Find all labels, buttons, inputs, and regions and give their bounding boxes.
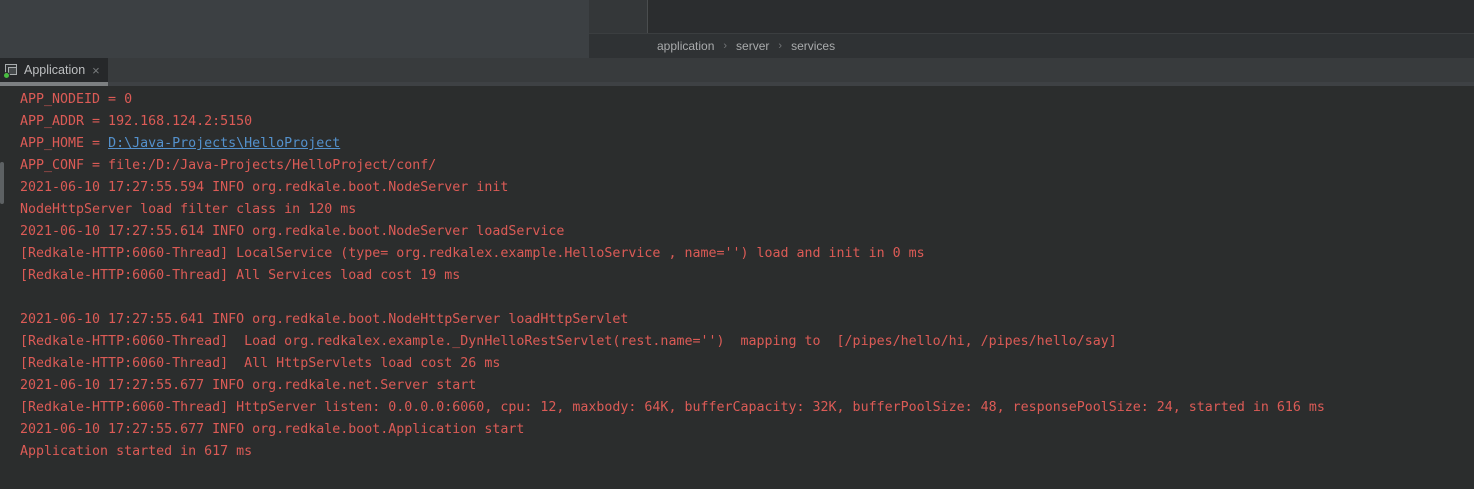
console-line: [Redkale-HTTP:6060-Thread] LocalService … bbox=[20, 243, 1474, 265]
console-line: 2021-06-10 17:27:55.677 INFO org.redkale… bbox=[20, 419, 1474, 441]
editor-panel-bottom bbox=[0, 0, 589, 58]
header-divider-panel bbox=[589, 0, 648, 33]
console-line: APP_NODEID = 0 bbox=[20, 89, 1474, 111]
console-line: Application started in 617 ms bbox=[20, 441, 1474, 463]
console-output: APP_NODEID = 0 APP_ADDR = 192.168.124.2:5… bbox=[0, 86, 1474, 489]
log-text: 2021-06-10 17:27:55.641 INFO org.redkale… bbox=[20, 312, 628, 327]
chevron-right-icon: › bbox=[723, 40, 727, 52]
breadcrumb-item-services[interactable]: services bbox=[791, 39, 835, 53]
log-text: [Redkale-HTTP:6060-Thread] All Services … bbox=[20, 268, 460, 283]
console-line: APP_HOME = D:\Java-Projects\HelloProject bbox=[20, 133, 1474, 155]
log-text: [Redkale-HTTP:6060-Thread] All HttpServl… bbox=[20, 356, 500, 371]
breadcrumb-item-application[interactable]: application bbox=[657, 39, 714, 53]
log-text: 2021-06-10 17:27:55.677 INFO org.redkale… bbox=[20, 378, 476, 393]
editor-area-background bbox=[649, 0, 1474, 33]
log-text: APP_ADDR = 192.168.124.2:5150 bbox=[20, 114, 252, 129]
console-line: [Redkale-HTTP:6060-Thread] HttpServer li… bbox=[20, 397, 1474, 419]
vertical-scrollbar-thumb[interactable] bbox=[0, 162, 4, 204]
console-line: 2021-06-10 17:27:55.677 INFO org.redkale… bbox=[20, 375, 1474, 397]
console-line: 2021-06-10 17:27:55.641 INFO org.redkale… bbox=[20, 309, 1474, 331]
run-toolwindow-tabbar: Application × bbox=[0, 58, 1474, 86]
console-line: APP_ADDR = 192.168.124.2:5150 bbox=[20, 111, 1474, 133]
console-line: 2021-06-10 17:27:55.594 INFO org.redkale… bbox=[20, 177, 1474, 199]
console-line: [Redkale-HTTP:6060-Thread] All HttpServl… bbox=[20, 353, 1474, 375]
chevron-right-icon: › bbox=[778, 40, 782, 52]
console-line: [Redkale-HTTP:6060-Thread] All Services … bbox=[20, 265, 1474, 287]
log-text: Application started in 617 ms bbox=[20, 444, 252, 459]
log-text: APP_NODEID = 0 bbox=[20, 92, 132, 107]
log-text: [Redkale-HTTP:6060-Thread] LocalService … bbox=[20, 246, 925, 261]
log-text: [Redkale-HTTP:6060-Thread] HttpServer li… bbox=[20, 400, 1325, 415]
console-line: 2021-06-10 17:27:55.614 INFO org.redkale… bbox=[20, 221, 1474, 243]
log-text: APP_HOME = bbox=[20, 136, 108, 151]
run-console-icon bbox=[4, 63, 19, 77]
log-text: 2021-06-10 17:27:55.614 INFO org.redkale… bbox=[20, 224, 564, 239]
breadcrumb-item-server[interactable]: server bbox=[736, 39, 769, 53]
tab-application[interactable]: Application × bbox=[0, 58, 108, 82]
running-status-dot-icon bbox=[3, 72, 10, 79]
log-text: NodeHttpServer load filter class in 120 … bbox=[20, 202, 356, 217]
console-line: APP_CONF = file:/D:/Java-Projects/HelloP… bbox=[20, 155, 1474, 177]
close-icon[interactable]: × bbox=[92, 64, 100, 77]
file-path-link[interactable]: D:\Java-Projects\HelloProject bbox=[108, 136, 340, 151]
log-text: 2021-06-10 17:27:55.677 INFO org.redkale… bbox=[20, 422, 524, 437]
log-text: [Redkale-HTTP:6060-Thread] Load org.redk… bbox=[20, 334, 1117, 349]
console-line: NodeHttpServer load filter class in 120 … bbox=[20, 199, 1474, 221]
breadcrumb: application › server › services bbox=[589, 33, 1474, 58]
console-line bbox=[20, 287, 1474, 309]
tab-label: Application bbox=[24, 63, 85, 77]
console-line: [Redkale-HTTP:6060-Thread] Load org.redk… bbox=[20, 331, 1474, 353]
log-text: APP_CONF = file:/D:/Java-Projects/HelloP… bbox=[20, 158, 436, 173]
log-text: 2021-06-10 17:27:55.594 INFO org.redkale… bbox=[20, 180, 508, 195]
